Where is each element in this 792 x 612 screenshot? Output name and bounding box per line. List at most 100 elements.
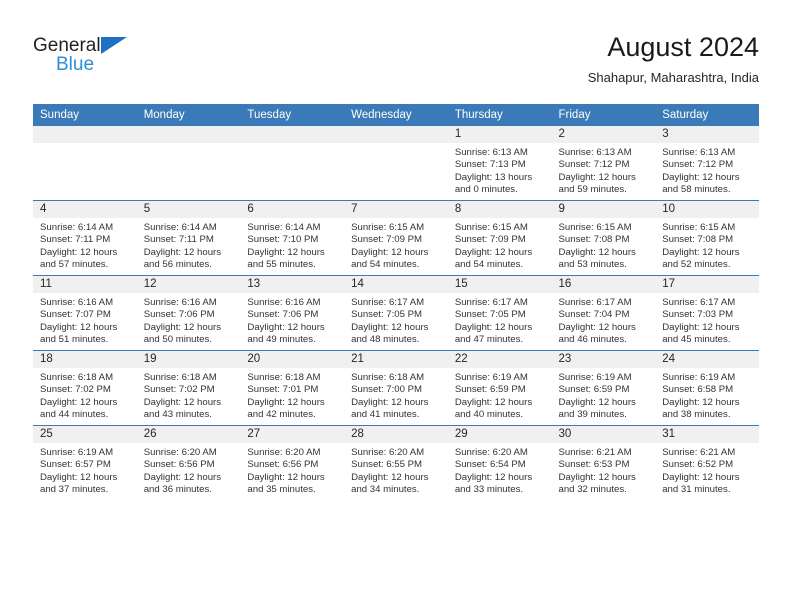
calendar-day-cell[interactable]: 28 Sunrise: 6:20 AM Sunset: 6:55 PM Dayligh… — [344, 425, 448, 500]
day-details: Sunrise: 6:19 AM Sunset: 6:58 PM Daylight:… — [655, 368, 759, 421]
day-details: Sunrise: 6:20 AM Sunset: 6:54 PM Daylight:… — [448, 443, 552, 496]
sunrise-text: Sunrise: 6:15 AM — [454, 222, 528, 233]
calendar-day-cell[interactable]: 4 Sunrise: 6:14 AM Sunset: 7:11 PM Daylight… — [33, 200, 137, 276]
day-number: 20 — [240, 351, 345, 368]
calendar-day-cell[interactable]: 9 Sunrise: 6:15 AM Sunset: 7:08 PM Daylight… — [551, 200, 656, 276]
calendar-day-cell[interactable]: 24 Sunrise: 6:19 AM Sunset: 6:58 PM Dayligh… — [655, 350, 759, 426]
sunrise-text: Sunrise: 6:15 AM — [351, 222, 425, 233]
calendar-day-cell[interactable]: 10 Sunrise: 6:15 AM Sunset: 7:08 PM Dayligh… — [655, 200, 759, 276]
sunset-text: Sunset: 7:03 PM — [662, 309, 734, 321]
daylight-text: Daylight: 12 hours and 33 minutes. — [454, 471, 533, 495]
calendar-day-cell[interactable]: 6 Sunrise: 6:14 AM Sunset: 7:10 PM Daylight… — [240, 200, 345, 276]
sunset-text: Sunset: 6:53 PM — [558, 459, 630, 471]
calendar-day-cell[interactable]: 19 Sunrise: 6:18 AM Sunset: 7:02 PM Dayligh… — [136, 350, 241, 426]
daylight-text: Daylight: 13 hours and 0 minutes. — [454, 171, 533, 195]
sunset-text: Sunset: 6:52 PM — [662, 459, 734, 471]
day-number: 26 — [136, 426, 241, 443]
day-number: 1 — [447, 126, 552, 143]
calendar-day-cell[interactable]: 16 Sunrise: 6:17 AM Sunset: 7:04 PM Dayligh… — [551, 275, 656, 351]
daylight-text: Daylight: 12 hours and 34 minutes. — [351, 471, 429, 495]
day-details: Sunrise: 6:21 AM Sunset: 6:53 PM Daylight:… — [552, 443, 656, 496]
triangle-logo-icon — [101, 37, 127, 54]
daylight-text: Daylight: 12 hours and 48 minutes. — [351, 321, 429, 345]
day-number: 13 — [240, 276, 345, 293]
day-details: Sunrise: 6:17 AM Sunset: 7:03 PM Daylight:… — [655, 293, 759, 346]
brand-name-general: General — [33, 35, 101, 56]
daylight-text: Daylight: 12 hours and 59 minutes. — [558, 171, 636, 195]
day-number: 24 — [655, 351, 759, 368]
sunrise-text: Sunrise: 6:13 AM — [454, 147, 528, 158]
calendar-day-cell[interactable]: 11 Sunrise: 6:16 AM Sunset: 7:07 PM Dayligh… — [33, 275, 137, 351]
day-number: 4 — [33, 201, 137, 218]
day-number — [240, 126, 345, 143]
sunset-text: Sunset: 7:02 PM — [40, 384, 111, 396]
sunset-text: Sunset: 7:04 PM — [558, 309, 630, 321]
day-details: Sunrise: 6:18 AM Sunset: 7:02 PM Daylight:… — [137, 368, 241, 421]
calendar-day-cell[interactable]: 1 Sunrise: 6:13 AM Sunset: 7:13 PM Daylight… — [447, 126, 552, 201]
calendar-day-cell[interactable]: 26 Sunrise: 6:20 AM Sunset: 6:56 PM Dayligh… — [136, 425, 241, 500]
calendar-day-cell[interactable]: 22 Sunrise: 6:19 AM Sunset: 6:59 PM Dayligh… — [447, 350, 552, 426]
day-number: 14 — [344, 276, 448, 293]
calendar-day-cell[interactable]: 13 Sunrise: 6:16 AM Sunset: 7:06 PM Dayligh… — [240, 275, 345, 351]
sunset-text: Sunset: 7:09 PM — [454, 234, 526, 246]
calendar-day-cell[interactable]: 25 Sunrise: 6:19 AM Sunset: 6:57 PM Dayligh… — [33, 425, 137, 500]
sunset-text: Sunset: 7:12 PM — [662, 159, 734, 171]
calendar-day-cell[interactable]: 29 Sunrise: 6:20 AM Sunset: 6:54 PM Dayligh… — [447, 425, 552, 500]
day-number: 19 — [136, 351, 241, 368]
day-details: Sunrise: 6:13 AM Sunset: 7:12 PM Daylight:… — [655, 143, 759, 196]
calendar-body: 1 Sunrise: 6:13 AM Sunset: 7:13 PM Daylight… — [33, 126, 759, 500]
calendar-day-cell[interactable]: 2 Sunrise: 6:13 AM Sunset: 7:12 PM Daylight… — [551, 126, 656, 201]
weekday-header-wednesday: Wednesday — [344, 104, 448, 126]
calendar-day-cell[interactable]: 17 Sunrise: 6:17 AM Sunset: 7:03 PM Dayligh… — [655, 275, 759, 351]
calendar-header-row: Sunday Monday Tuesday Wednesday Thursday Frid… — [33, 104, 759, 126]
sunset-text: Sunset: 7:11 PM — [40, 234, 111, 246]
calendar-day-cell[interactable]: 14 Sunrise: 6:17 AM Sunset: 7:05 PM Dayligh… — [344, 275, 448, 351]
calendar-day-cell[interactable]: 3 Sunrise: 6:13 AM Sunset: 7:12 PM Daylight… — [655, 126, 759, 201]
calendar-day-cell[interactable]: 8 Sunrise: 6:15 AM Sunset: 7:09 PM Daylight… — [447, 200, 552, 276]
brand-logo[interactable]: General Blue — [33, 35, 233, 87]
day-details: Sunrise: 6:15 AM Sunset: 7:08 PM Daylight:… — [552, 218, 656, 271]
weekday-header-friday: Friday — [551, 104, 656, 126]
sunrise-text: Sunrise: 6:16 AM — [143, 297, 217, 308]
daylight-text: Daylight: 12 hours and 41 minutes. — [351, 396, 429, 420]
sunrise-text: Sunrise: 6:17 AM — [662, 297, 736, 308]
calendar-day-cell[interactable]: 7 Sunrise: 6:15 AM Sunset: 7:09 PM Daylight… — [344, 200, 448, 276]
sunset-text: Sunset: 6:59 PM — [454, 384, 526, 396]
sunset-text: Sunset: 6:58 PM — [662, 384, 734, 396]
daylight-text: Daylight: 12 hours and 46 minutes. — [558, 321, 636, 345]
day-number — [136, 126, 241, 143]
sunrise-text: Sunrise: 6:20 AM — [143, 447, 217, 458]
sunrise-text: Sunrise: 6:13 AM — [662, 147, 736, 158]
daylight-text: Daylight: 12 hours and 57 minutes. — [40, 246, 118, 270]
day-details: Sunrise: 6:16 AM Sunset: 7:06 PM Daylight:… — [137, 293, 241, 346]
calendar-day-cell[interactable]: 27 Sunrise: 6:20 AM Sunset: 6:56 PM Dayligh… — [240, 425, 345, 500]
sunset-text: Sunset: 7:00 PM — [351, 384, 423, 396]
calendar-day-cell[interactable]: 12 Sunrise: 6:16 AM Sunset: 7:06 PM Dayligh… — [136, 275, 241, 351]
day-details: Sunrise: 6:17 AM Sunset: 7:05 PM Daylight:… — [344, 293, 448, 346]
sunset-text: Sunset: 6:54 PM — [454, 459, 526, 471]
calendar-week-row: 18 Sunrise: 6:18 AM Sunset: 7:02 PM Dayligh… — [33, 350, 759, 426]
sunset-text: Sunset: 7:05 PM — [454, 309, 526, 321]
calendar-day-cell[interactable]: 18 Sunrise: 6:18 AM Sunset: 7:02 PM Dayligh… — [33, 350, 137, 426]
calendar-day-cell[interactable]: 23 Sunrise: 6:19 AM Sunset: 6:59 PM Dayligh… — [551, 350, 656, 426]
day-number: 12 — [136, 276, 241, 293]
sunrise-text: Sunrise: 6:20 AM — [247, 447, 321, 458]
daylight-text: Daylight: 12 hours and 52 minutes. — [662, 246, 740, 270]
sunrise-text: Sunrise: 6:18 AM — [351, 372, 425, 383]
calendar-day-cell[interactable]: 21 Sunrise: 6:18 AM Sunset: 7:00 PM Dayligh… — [344, 350, 448, 426]
sunrise-text: Sunrise: 6:14 AM — [143, 222, 217, 233]
sunrise-text: Sunrise: 6:17 AM — [351, 297, 425, 308]
calendar-day-cell[interactable]: 31 Sunrise: 6:21 AM Sunset: 6:52 PM Dayligh… — [655, 425, 759, 500]
calendar-day-cell[interactable]: 15 Sunrise: 6:17 AM Sunset: 7:05 PM Dayligh… — [447, 275, 552, 351]
sunset-text: Sunset: 7:11 PM — [143, 234, 214, 246]
day-number: 10 — [655, 201, 759, 218]
day-details: Sunrise: 6:15 AM Sunset: 7:09 PM Daylight:… — [448, 218, 552, 271]
calendar-day-cell-empty — [33, 126, 137, 201]
calendar-day-cell[interactable]: 5 Sunrise: 6:14 AM Sunset: 7:11 PM Daylight… — [136, 200, 241, 276]
calendar-day-cell[interactable]: 20 Sunrise: 6:18 AM Sunset: 7:01 PM Dayligh… — [240, 350, 345, 426]
daylight-text: Daylight: 12 hours and 54 minutes. — [351, 246, 429, 270]
day-number: 3 — [655, 126, 759, 143]
calendar-day-cell[interactable]: 30 Sunrise: 6:21 AM Sunset: 6:53 PM Dayligh… — [551, 425, 656, 500]
day-number — [33, 126, 137, 143]
day-number: 29 — [447, 426, 552, 443]
